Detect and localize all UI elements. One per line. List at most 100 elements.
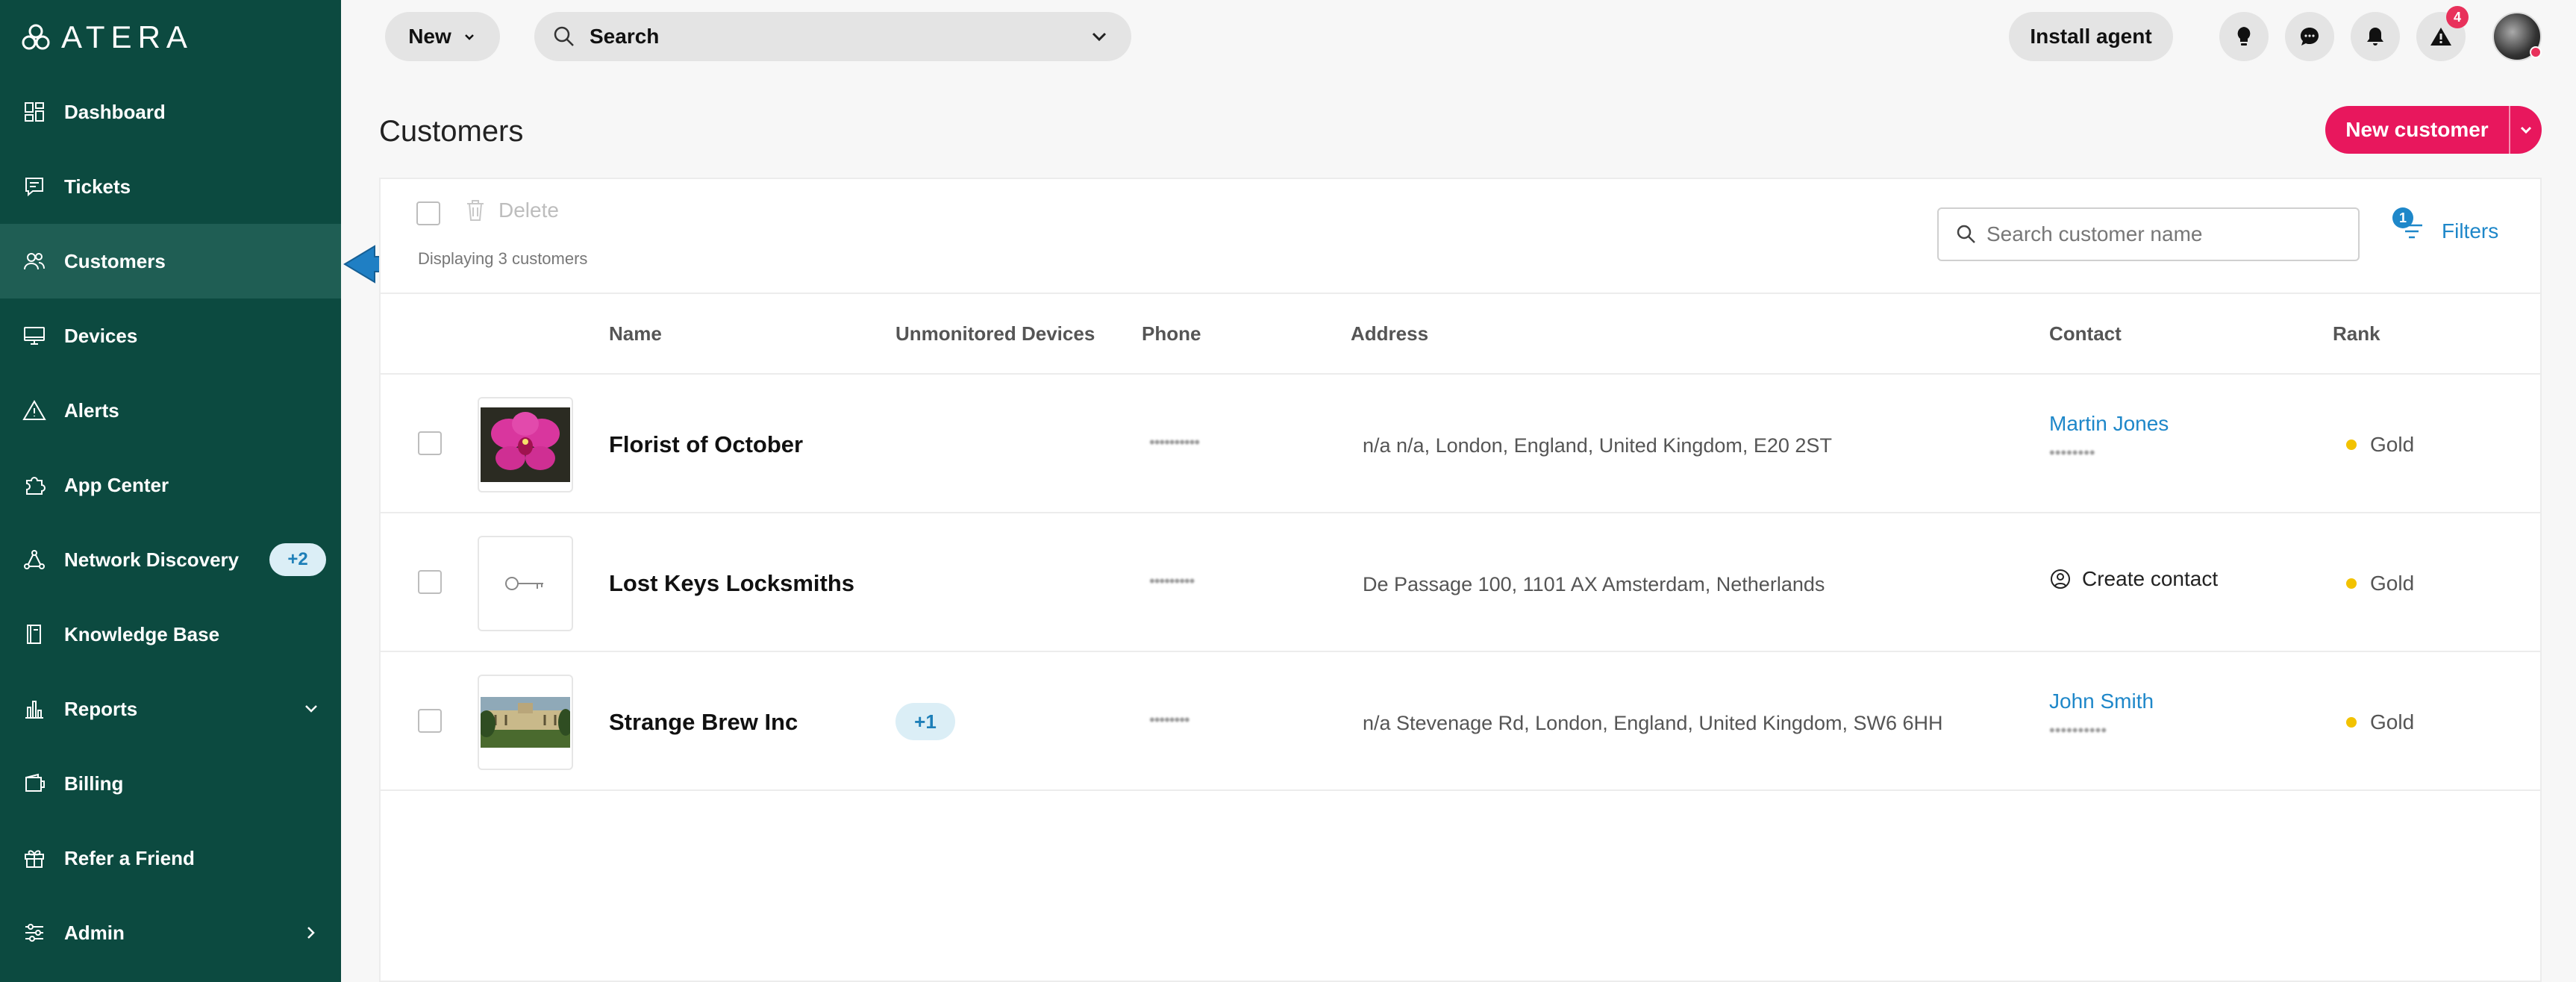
customer-phone: •••••••••• bbox=[1149, 433, 1200, 451]
row-checkbox[interactable] bbox=[418, 709, 442, 733]
contact-name-link[interactable]: Martin Jones bbox=[2049, 412, 2169, 436]
chat-button[interactable] bbox=[2285, 12, 2334, 61]
customer-rank: Gold bbox=[2346, 572, 2414, 595]
rank-dot-icon bbox=[2346, 440, 2357, 450]
delete-label: Delete bbox=[498, 198, 559, 222]
chevron-down-icon[interactable] bbox=[1088, 25, 1110, 48]
row-checkbox[interactable] bbox=[418, 431, 442, 455]
rank-dot-icon bbox=[2346, 578, 2357, 589]
warning-icon bbox=[2430, 28, 2451, 46]
filters-button[interactable]: 1 Filters bbox=[2392, 207, 2499, 248]
atera-logo-icon bbox=[22, 24, 50, 50]
chat-icon bbox=[2301, 28, 2319, 46]
contact-phone: •••••••••• bbox=[2049, 721, 2107, 739]
devices-icon bbox=[22, 324, 46, 348]
select-all-checkbox[interactable] bbox=[416, 201, 440, 225]
customer-logo bbox=[478, 536, 573, 631]
delete-button[interactable]: Delete bbox=[464, 198, 559, 222]
column-header-contact[interactable]: Contact bbox=[2049, 322, 2122, 345]
gift-icon bbox=[22, 846, 46, 870]
building-photo bbox=[481, 697, 570, 748]
network-discovery-badge: +2 bbox=[269, 543, 326, 576]
page-title: Customers bbox=[379, 115, 524, 148]
customer-contact: Martin Jones •••••••• bbox=[2049, 412, 2169, 463]
rank-label: Gold bbox=[2370, 433, 2415, 456]
notifications-button[interactable] bbox=[2351, 12, 2400, 61]
sidebar-item-refer-a-friend[interactable]: Refer a Friend bbox=[0, 821, 341, 895]
sidebar-item-billing[interactable]: Billing bbox=[0, 746, 341, 821]
row-checkbox[interactable] bbox=[418, 570, 442, 594]
user-circle-icon bbox=[2051, 569, 2070, 589]
sidebar-item-alerts[interactable]: Alerts bbox=[0, 373, 341, 448]
network-discovery-icon bbox=[22, 548, 46, 572]
sidebar-item-label: Dashboard bbox=[64, 100, 166, 123]
table-header: Name Unmonitored Devices Phone Address C… bbox=[381, 293, 2540, 375]
sidebar-item-knowledge-base[interactable]: Knowledge Base bbox=[0, 597, 341, 672]
rank-label: Gold bbox=[2370, 572, 2415, 595]
create-contact-link[interactable]: Create contact bbox=[2049, 567, 2218, 591]
contact-name-link[interactable]: John Smith bbox=[2049, 689, 2154, 713]
table-row[interactable]: Strange Brew Inc +1 •••••••• n/a Stevena… bbox=[381, 652, 2540, 791]
create-contact-label: Create contact bbox=[2082, 567, 2219, 590]
lightbulb-icon bbox=[2237, 27, 2251, 46]
install-agent-label: Install agent bbox=[2030, 25, 2152, 48]
new-customer-label: New customer bbox=[2345, 118, 2489, 141]
customer-phone: •••••••• bbox=[1149, 710, 1190, 729]
sidebar-item-label: Devices bbox=[64, 324, 138, 347]
sidebar-item-label: Billing bbox=[64, 772, 124, 795]
install-agent-button[interactable]: Install agent bbox=[2009, 12, 2173, 61]
status-dot bbox=[2530, 46, 2542, 58]
new-customer-dropdown[interactable] bbox=[2509, 106, 2542, 154]
column-header-name[interactable]: Name bbox=[609, 322, 662, 345]
chevron-down-icon[interactable] bbox=[299, 697, 323, 721]
alerts-icon bbox=[22, 398, 46, 422]
dashboard-icon bbox=[22, 100, 46, 124]
sidebar-item-admin[interactable]: Admin bbox=[0, 895, 341, 970]
customer-search[interactable] bbox=[1937, 207, 2360, 261]
result-count: Displaying 3 customers bbox=[418, 249, 588, 268]
customer-rank: Gold bbox=[2346, 710, 2414, 734]
customer-name[interactable]: Florist of October bbox=[609, 431, 803, 458]
sidebar-item-devices[interactable]: Devices bbox=[0, 298, 341, 373]
new-button[interactable]: New bbox=[385, 12, 500, 61]
sidebar-item-label: Alerts bbox=[64, 398, 119, 422]
orchid-photo bbox=[481, 407, 570, 482]
sidebar-item-network-discovery[interactable]: Network Discovery +2 bbox=[0, 522, 341, 597]
sidebar-item-reports[interactable]: Reports bbox=[0, 672, 341, 746]
customer-logo bbox=[478, 675, 573, 770]
lightbulb-button[interactable] bbox=[2219, 12, 2269, 61]
column-header-phone[interactable]: Phone bbox=[1142, 322, 1201, 345]
global-search[interactable]: Search bbox=[534, 12, 1131, 61]
alert-count-badge: 4 bbox=[2446, 6, 2469, 28]
customer-name[interactable]: Strange Brew Inc bbox=[609, 709, 798, 736]
logo[interactable]: ATERA bbox=[21, 22, 193, 53]
column-header-rank[interactable]: Rank bbox=[2333, 322, 2380, 345]
knowledge-base-icon bbox=[22, 622, 46, 646]
customer-contact: John Smith •••••••••• bbox=[2049, 689, 2154, 740]
filters-label: Filters bbox=[2442, 219, 2499, 243]
column-header-address[interactable]: Address bbox=[1351, 322, 1428, 345]
sidebar-item-label: Reports bbox=[64, 697, 138, 720]
sidebar-item-label: Network Discovery bbox=[64, 548, 240, 571]
sidebar-item-customers[interactable]: Customers bbox=[0, 224, 341, 298]
sidebar-item-label: Knowledge Base bbox=[64, 622, 220, 645]
customer-search-input[interactable] bbox=[1986, 222, 2345, 246]
customers-icon bbox=[22, 249, 46, 273]
sidebar-item-app-center[interactable]: App Center bbox=[0, 448, 341, 522]
table-row[interactable]: Florist of October •••••••••• n/a n/a, L… bbox=[381, 375, 2540, 513]
chevron-right-icon[interactable] bbox=[299, 921, 323, 945]
trash-icon bbox=[467, 200, 484, 221]
filter-icon: 1 bbox=[2392, 207, 2428, 248]
alerts-button[interactable]: 4 bbox=[2416, 6, 2469, 61]
column-header-unmonitored[interactable]: Unmonitored Devices bbox=[895, 322, 1095, 345]
sidebar-item-dashboard[interactable]: Dashboard bbox=[0, 75, 341, 149]
unmonitored-devices-badge[interactable]: +1 bbox=[895, 703, 955, 740]
sidebar-item-label: Refer a Friend bbox=[64, 846, 195, 869]
new-customer-button[interactable]: New customer bbox=[2325, 106, 2542, 154]
avatar[interactable] bbox=[2492, 12, 2542, 61]
customer-name[interactable]: Lost Keys Locksmiths bbox=[609, 570, 854, 597]
sidebar-item-tickets[interactable]: Tickets bbox=[0, 149, 341, 224]
customer-address: n/a Stevenage Rd, London, England, Unite… bbox=[1363, 712, 1943, 734]
customers-panel: Delete Displaying 3 customers 1 Filters … bbox=[379, 178, 2542, 982]
table-row[interactable]: Lost Keys Locksmiths ••••••••• De Passag… bbox=[381, 513, 2540, 652]
